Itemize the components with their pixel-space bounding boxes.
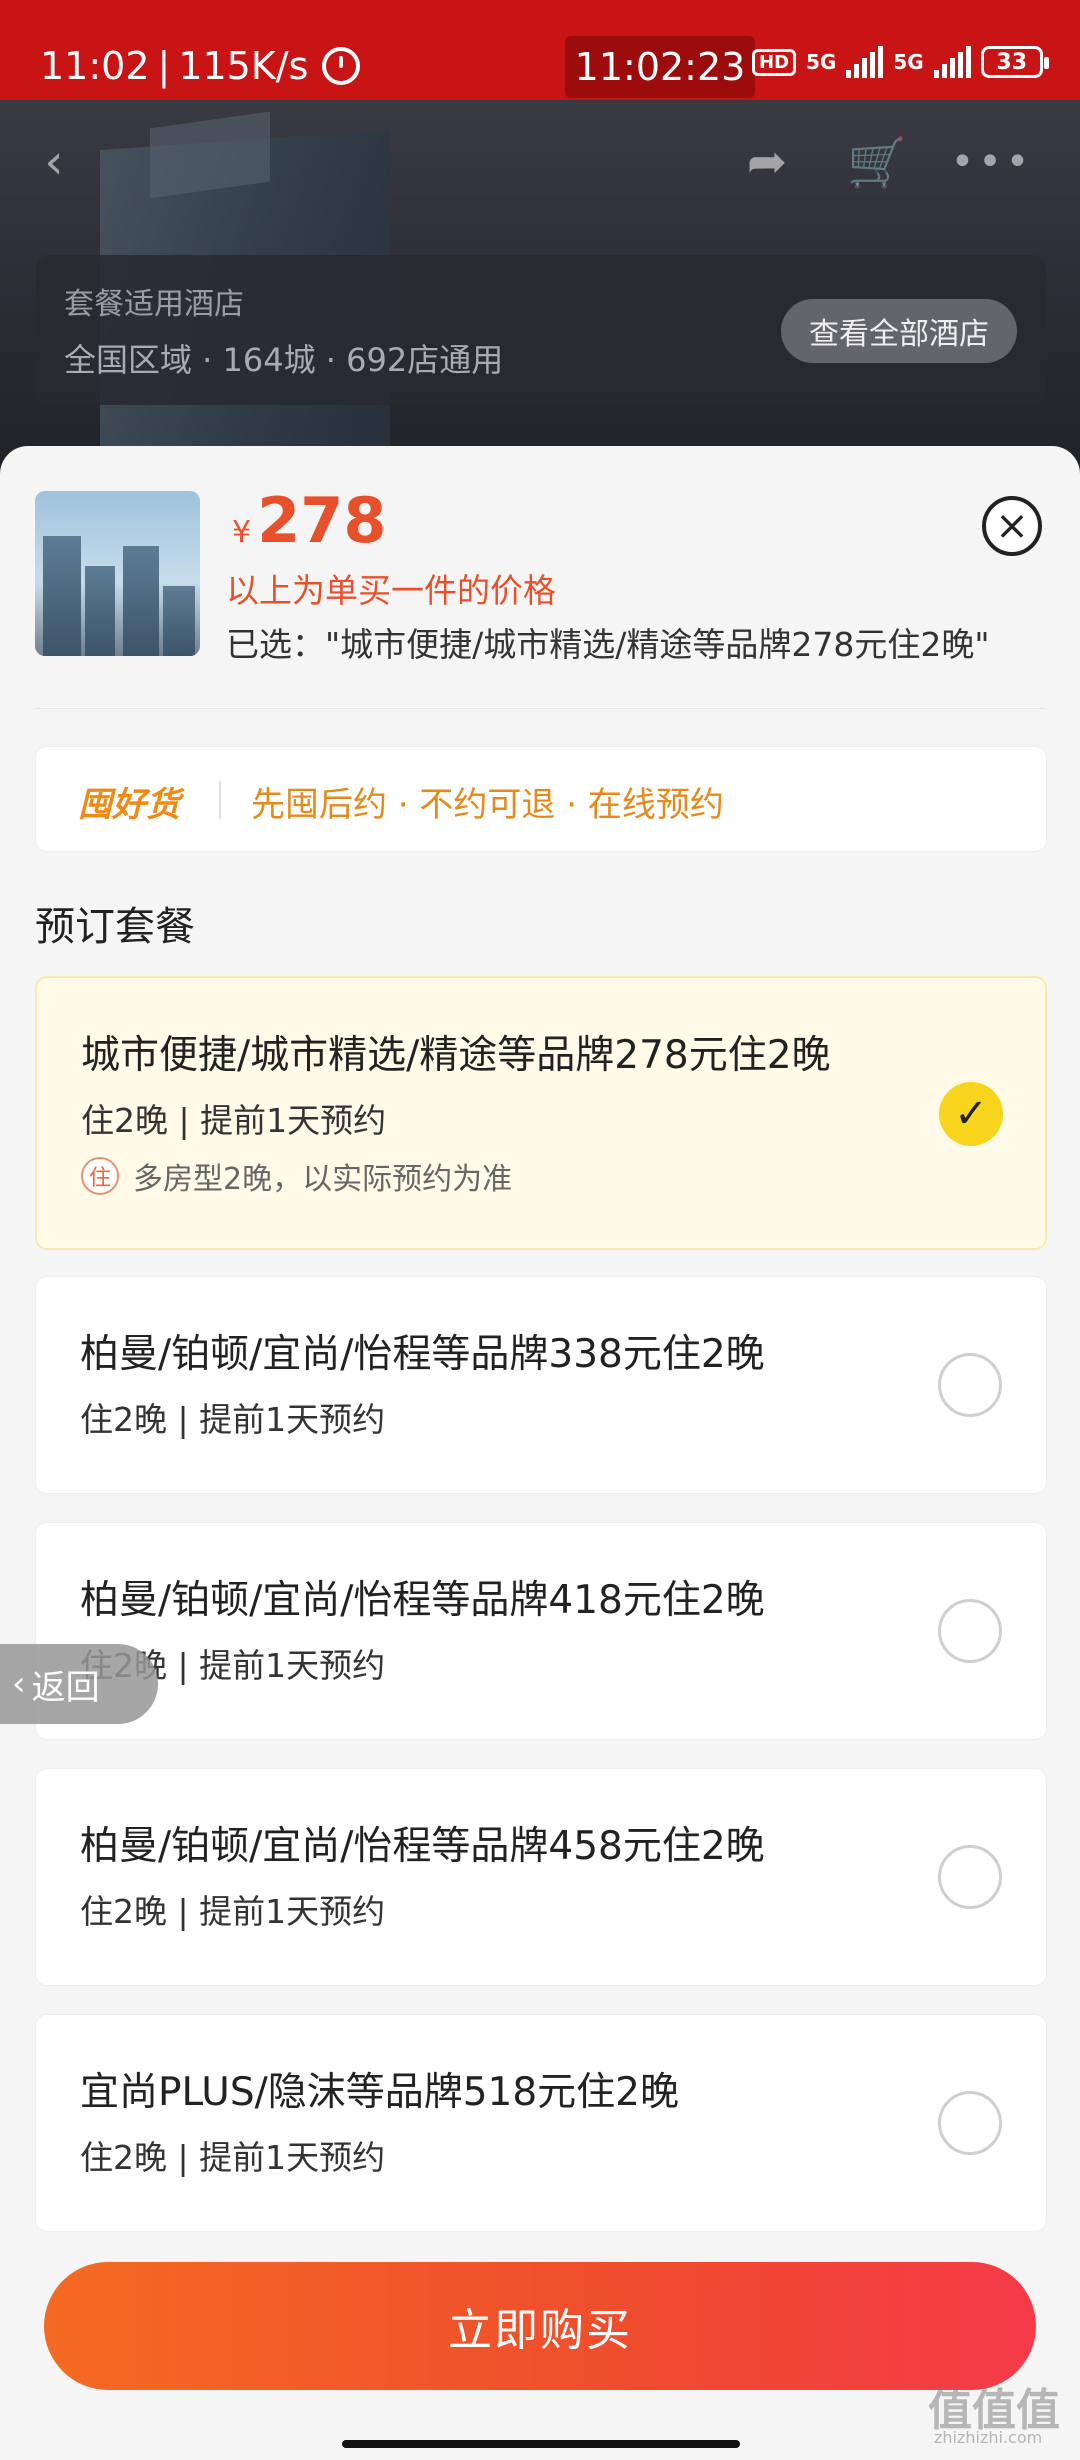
signal-icon-1 — [846, 46, 884, 78]
promo-logo: 囤好货 — [78, 785, 180, 825]
promo-text: 先囤后约 · 不约可退 · 在线预约 — [251, 785, 724, 825]
price-note: 以上为单买一件的价格 — [226, 571, 556, 610]
signal-icon-2 — [933, 46, 971, 78]
close-icon[interactable]: × — [982, 496, 1042, 556]
home-indicator[interactable] — [342, 2440, 740, 2448]
status-left: 11:02 | 115K/s — [40, 44, 361, 88]
package-note-text: 多房型2晚，以实际预约为准 — [133, 1162, 513, 1197]
status-right: HD 5G 5G 33 — [752, 46, 1049, 78]
cart-icon[interactable]: 🛒 — [845, 130, 909, 194]
hd-icon: HD — [752, 48, 797, 76]
package-name: 柏曼/铂顿/宜尚/怡程等品牌338元住2晚 — [80, 1332, 765, 1377]
package-option[interactable]: 柏曼/铂顿/宜尚/怡程等品牌338元住2晚 住2晚 | 提前1天预约 — [35, 1276, 1047, 1494]
view-all-hotels-button[interactable]: 查看全部酒店 — [781, 299, 1017, 363]
package-option[interactable]: 柏曼/铂顿/宜尚/怡程等品牌418元住2晚 住2晚 | 提前1天预约 — [35, 1522, 1047, 1740]
product-thumbnail — [35, 491, 200, 656]
floating-back-label: 返回 — [31, 1667, 100, 1708]
watermark-url: zhizhizhi.com — [934, 2428, 1043, 2447]
package-name: 柏曼/铂顿/宜尚/怡程等品牌458元住2晚 — [80, 1824, 765, 1869]
radio-icon[interactable] — [938, 2091, 1002, 2155]
share-icon[interactable]: ➦ — [735, 130, 799, 194]
radio-icon[interactable] — [938, 1353, 1002, 1417]
package-option[interactable]: 城市便捷/城市精选/精途等品牌278元住2晚 住2晚 | 提前1天预约 住 多房… — [35, 976, 1047, 1250]
status-speed: 115K/s — [178, 44, 309, 88]
divider — [35, 708, 1045, 709]
radio-icon[interactable] — [938, 1845, 1002, 1909]
price: ¥ 278 — [232, 484, 387, 557]
package-note: 住 多房型2晚，以实际预约为准 — [81, 1154, 512, 1198]
network-label-1: 5G — [806, 50, 837, 74]
package-option[interactable]: 柏曼/铂顿/宜尚/怡程等品牌458元住2晚 住2晚 | 提前1天预约 — [35, 1768, 1047, 1986]
package-detail: 住2晚 | 提前1天预约 — [80, 2138, 386, 2177]
back-arrow-icon[interactable]: ‹ — [22, 130, 86, 194]
applicable-hotels-card: 套餐适用酒店 全国区域 · 164城 · 692店通用 查看全部酒店 — [36, 255, 1046, 405]
promo-separator — [219, 781, 221, 819]
status-time: 11:02 — [40, 44, 150, 88]
status-clock: 11:02:23 — [565, 36, 755, 98]
price-value: 278 — [257, 484, 387, 557]
selected-option-text: 已选："城市便捷/城市精选/精途等品牌278元住2晚" — [226, 625, 990, 664]
network-label-2: 5G — [893, 50, 924, 74]
package-sheet: ¥ 278 以上为单买一件的价格 已选："城市便捷/城市精选/精途等品牌278元… — [0, 446, 1080, 2460]
hotel-card-subtitle: 全国区域 · 164城 · 692店通用 — [64, 341, 504, 379]
checkmark-icon[interactable]: ✓ — [939, 1082, 1003, 1146]
alarm-icon — [322, 47, 361, 85]
package-detail: 住2晚 | 提前1天预约 — [80, 1400, 386, 1439]
package-option[interactable]: 宜尚PLUS/隐沫等品牌518元住2晚 住2晚 | 提前1天预约 — [35, 2014, 1047, 2232]
radio-icon[interactable] — [938, 1599, 1002, 1663]
promo-banner: 囤好货 先囤后约 · 不约可退 · 在线预约 — [35, 746, 1047, 852]
battery-icon: 33 — [980, 46, 1049, 78]
stay-badge-icon: 住 — [81, 1157, 119, 1195]
status-divider: | — [157, 44, 171, 88]
currency-symbol: ¥ — [232, 515, 252, 550]
package-detail: 住2晚 | 提前1天预约 — [81, 1101, 387, 1140]
hotel-card-title: 套餐适用酒店 — [64, 287, 244, 322]
buy-now-button[interactable]: 立即购买 — [44, 2262, 1036, 2390]
more-icon[interactable]: ••• — [951, 130, 1030, 194]
status-bar: 11:02 | 115K/s 11:02:23 HD 5G 5G 33 — [0, 0, 1080, 100]
section-title: 预订套餐 — [35, 904, 195, 950]
package-name: 宜尚PLUS/隐沫等品牌518元住2晚 — [80, 2070, 679, 2115]
chevron-left-icon: ‹ — [12, 1664, 26, 1704]
package-detail: 住2晚 | 提前1天预约 — [80, 1892, 386, 1931]
floating-back-button[interactable]: ‹ 返回 — [0, 1644, 158, 1724]
package-name: 城市便捷/城市精选/精途等品牌278元住2晚 — [81, 1033, 831, 1078]
package-name: 柏曼/铂顿/宜尚/怡程等品牌418元住2晚 — [80, 1578, 765, 1623]
